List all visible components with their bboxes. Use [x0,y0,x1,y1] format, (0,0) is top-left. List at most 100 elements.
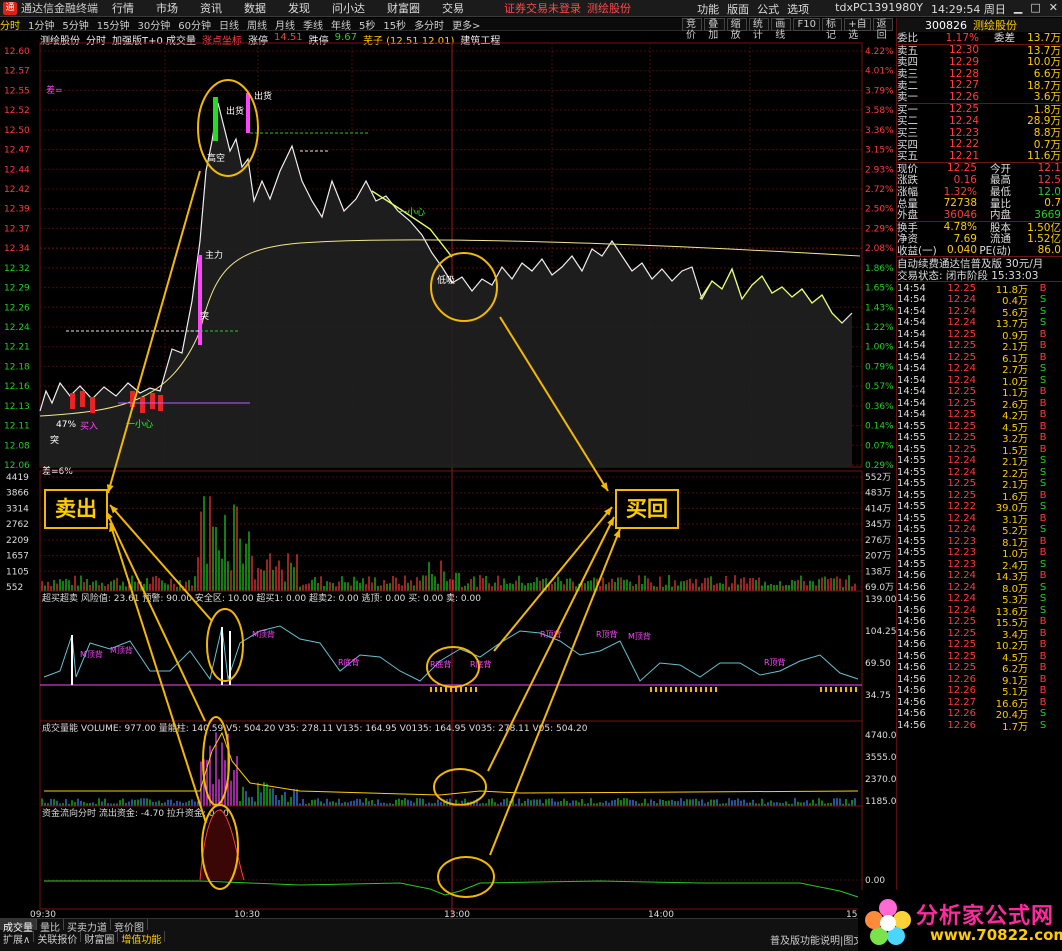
tool-button-5[interactable]: F10 [793,18,820,31]
intraday-chart-area[interactable]: 12.60 4.22% 12.57 4.01% 12.55 3.79% 12.52 3.58%… [0,31,896,919]
maximize-icon[interactable]: □ [1030,1,1040,17]
tool-button-6[interactable]: 标记 [821,18,843,41]
menu-item-1[interactable]: 市场 [156,2,178,15]
main-force-label: 主力 [205,249,223,261]
period-7[interactable]: 周线 [247,17,267,32]
tick-price: 12.25 [947,409,976,421]
bottom-tab-0[interactable]: 成交量 [0,919,37,934]
menu-item-0[interactable]: 行情 [112,2,134,15]
buy-in-label: 买入 [80,421,98,432]
tick-time: 14:55 [897,547,926,559]
tick-price: 12.23 [947,547,976,559]
tick-time: 14:54 [897,386,926,398]
tick-price: 12.25 [947,282,976,294]
period-14[interactable]: 更多> [452,17,480,32]
percent-label: 47% [56,420,76,430]
tool-button-3[interactable]: 统计 [748,18,770,41]
buy-level-price: 12.25 [948,103,979,116]
period-1[interactable]: 1分钟 [28,17,54,32]
menu-gongneng[interactable]: 功能 [697,1,719,17]
indicator1-stripe [845,687,847,692]
close-icon[interactable]: ✕ [1049,1,1058,17]
bottom-tab2-1[interactable]: 关联报价 [34,931,82,946]
period-12[interactable]: 15秒 [383,17,406,32]
tool-button-7[interactable]: +自选 [844,18,871,41]
period-8[interactable]: 月线 [275,17,295,32]
indicator1-stripe [430,687,432,692]
tick-time: 14:55 [897,466,926,478]
tick-time: 14:54 [897,317,926,329]
tick-price: 12.24 [947,593,976,605]
tick-price: 12.25 [947,662,976,674]
volume-unit-label: 483万 [865,489,891,499]
period-10[interactable]: 年线 [331,17,351,32]
tick-side: B [1039,489,1047,501]
bottom-tab-3[interactable]: 竞价图 [111,919,148,934]
period-13[interactable]: 多分时 [414,17,444,32]
tick-time: 14:56 [897,708,926,720]
indicator1-label: R底背 [430,659,452,669]
price-tick-label: 12.42 [4,185,30,195]
period-6[interactable]: 日线 [219,17,239,32]
period-3[interactable]: 15分钟 [97,17,130,32]
period-9[interactable]: 季线 [303,17,323,32]
menu-item-7[interactable]: 交易 [442,2,464,15]
buy-level-row: 买五 12.21 11.6万 [897,150,1062,163]
tick-side: B [1039,696,1047,708]
tick-price: 12.25 [947,478,976,490]
tool-button-8[interactable]: 返回 [872,18,893,41]
tick-list[interactable]: 14:54 12.25 11.8万 B 14:54 12.24 0.4万 S 14:54 12.2… [897,282,1062,733]
period-11[interactable]: 5秒 [359,17,375,32]
tick-price: 12.23 [947,558,976,570]
early-red-bar [150,393,155,409]
period-4[interactable]: 30分钟 [137,17,170,32]
tool-button-0[interactable]: 竞价 [682,18,703,41]
bottom-tab2-0[interactable]: 扩展∧ [0,931,35,946]
minimize-icon[interactable]: ▁ [1014,1,1022,17]
indicator1-stripe [445,687,447,692]
indicator1-axis: 104.25 [865,627,896,637]
tick-side: B [1039,547,1047,559]
menu-item-2[interactable]: 资讯 [200,2,222,15]
bottom-tab-1[interactable]: 量比 [37,919,64,934]
tool-button-2[interactable]: 缩放 [726,18,747,41]
tick-side: B [1039,409,1047,421]
menu-gongshi[interactable]: 公式 [757,1,779,17]
callout-arrow [109,522,207,824]
tick-time: 14:54 [897,374,926,386]
menu-item-3[interactable]: 数据 [244,2,266,15]
tick-side: B [1039,432,1047,444]
brand-url: www.70822.com [930,926,1062,944]
buy-level-price: 12.23 [948,126,979,139]
period-2[interactable]: 5分钟 [62,17,88,32]
indicator1-line [43,625,859,682]
tool-button-4[interactable]: 画线 [771,18,792,41]
menu-xuanxiang[interactable]: 选项 [787,1,809,17]
menu-banmian[interactable]: 版面 [727,1,749,17]
indicator1-frame [39,590,863,722]
tool-button-1[interactable]: 叠加 [704,18,725,41]
menu-item-6[interactable]: 财富圈 [387,2,420,15]
indicator1-stripe [465,687,467,692]
tick-price: 12.26 [947,719,976,731]
period-0[interactable]: 分时 [0,17,20,32]
menu-item-5[interactable]: 问小达 [332,2,365,15]
menu-item-4[interactable]: 发现 [288,2,310,15]
buy-callout: 买回 [615,489,679,529]
bottom-tab2-2[interactable]: 财富圈 [81,931,119,946]
bottom-tab2-3[interactable]: 增值功能 [118,931,166,946]
quote-panel: 300826 测绘股份 委比 1.17% 委差 13.7万 卖五 12.30 13.… [896,18,1062,918]
tick-time: 14:56 [897,673,926,685]
login-warning[interactable]: 证券交易未登录 [504,0,581,16]
sell-orders: 卖五 12.30 13.7万 卖四 12.29 10.0万 卖三 12.28 6.6万 卖二 12.… [897,44,1062,103]
tick-side: B [1039,662,1047,674]
tick-time: 14:56 [897,570,926,582]
indicator1-stripe [820,687,822,692]
bottom-tab-2[interactable]: 买卖力道 [64,919,111,934]
price-tick-label: 12.13 [4,402,30,412]
indicator1-stripe [690,687,692,692]
indicator1-stripe [650,687,652,692]
bottom-right-text[interactable]: 普及版功能说明|图文F [770,932,869,947]
period-5[interactable]: 60分钟 [178,17,211,32]
tick-price: 12.25 [947,420,976,432]
